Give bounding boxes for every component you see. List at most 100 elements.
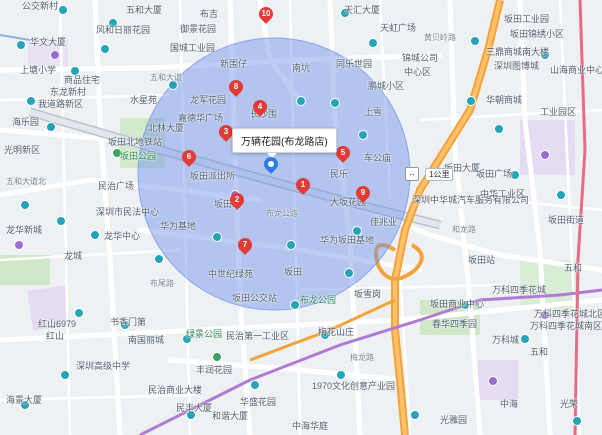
poi-icon[interactable] <box>556 190 566 200</box>
poi-icon[interactable] <box>572 416 582 426</box>
place-label: 坂田锦绣小区 <box>510 29 565 39</box>
poi-icon[interactable] <box>470 36 480 46</box>
place-label: 佳兆业 <box>370 217 398 227</box>
result-marker[interactable]: 6 <box>179 147 199 169</box>
poi-icon[interactable] <box>50 50 60 60</box>
place-label: 丰润花园 <box>196 365 233 375</box>
place-label: 华为坂田基地 <box>320 235 375 245</box>
poi-icon[interactable] <box>58 5 68 15</box>
place-label: 万科城 <box>492 335 520 345</box>
poi-icon[interactable] <box>20 200 30 210</box>
place-label: 坂田 <box>284 267 303 277</box>
poi-icon[interactable] <box>466 96 476 106</box>
place-label: 民治广场 <box>98 181 135 191</box>
place-label: 坂田商业中心 <box>430 299 485 309</box>
poi-icon[interactable] <box>296 96 306 106</box>
place-label: 光雅园 <box>440 415 468 425</box>
place-label: 坂田街道 <box>548 215 585 225</box>
place-label: 车公庙 <box>364 153 392 163</box>
place-label: 商品住宅 <box>64 75 101 85</box>
place-label: 坂田北地铁站 <box>108 137 163 147</box>
result-marker[interactable]: 3 <box>216 122 236 144</box>
place-label: 光荣 <box>560 399 579 409</box>
place-label: 五和 <box>564 263 583 273</box>
poi-icon[interactable] <box>286 240 296 250</box>
place-label: 山海商业中心 <box>550 65 602 75</box>
result-marker[interactable]: 2 <box>227 190 247 212</box>
poi-icon[interactable] <box>330 98 340 108</box>
poi-icon[interactable] <box>212 352 222 362</box>
road-label: 和龙路 <box>452 225 476 234</box>
poi-icon[interactable] <box>250 380 260 390</box>
result-marker[interactable]: 5 <box>333 143 353 165</box>
place-label: 民治第一工业区 <box>226 331 290 341</box>
place-label: 南坑 <box>292 63 311 73</box>
place-label: 光明新区 <box>4 145 41 155</box>
result-marker[interactable]: 4 <box>250 97 270 119</box>
place-label: 万科四季花城 <box>492 285 547 295</box>
place-label: 民治商业大楼 <box>148 385 203 395</box>
poi-icon[interactable] <box>46 122 56 132</box>
poi-icon[interactable] <box>26 96 36 106</box>
result-marker[interactable]: 1 <box>293 175 313 197</box>
poi-icon[interactable] <box>212 232 222 242</box>
poi-icon[interactable] <box>344 268 354 278</box>
place-label: 上塘小学 <box>20 65 57 75</box>
road-label: 五和大道 <box>150 73 182 82</box>
place-label: 东龙新村 <box>50 87 87 97</box>
place-label: 三鼎商城南大楼 <box>486 47 550 57</box>
radius-value: 1公里 <box>425 167 454 181</box>
place-label: 五和 <box>530 347 549 357</box>
poi-icon[interactable] <box>14 240 24 250</box>
place-label: 中心区 <box>404 67 432 77</box>
poi-icon[interactable] <box>100 44 110 54</box>
poi-icon[interactable] <box>410 410 420 420</box>
poi-icon[interactable] <box>488 376 498 386</box>
park-label: 绿景公园 <box>186 329 223 339</box>
result-marker[interactable]: 8 <box>226 77 246 99</box>
result-marker[interactable]: 7 <box>235 235 255 257</box>
poi-icon[interactable] <box>60 370 70 380</box>
poi-icon[interactable] <box>16 40 26 50</box>
place-label: 布吉 <box>200 9 219 19</box>
place-label: 春华四季园 <box>432 319 478 329</box>
place-label: 风和日丽花园 <box>96 25 151 35</box>
place-label: 嘉德华广场 <box>178 113 224 123</box>
place-label: 万科四季花城南区 <box>530 321 602 331</box>
result-marker[interactable]: 9 <box>353 183 373 205</box>
poi-icon[interactable] <box>336 370 346 380</box>
place-label: 锦城公司 <box>402 53 439 63</box>
poi-icon[interactable] <box>290 300 300 310</box>
poi-icon[interactable] <box>494 124 504 134</box>
poi-icon[interactable] <box>90 230 100 240</box>
poi-icon[interactable] <box>368 38 378 48</box>
place-label: 坂雪岗 <box>354 289 382 299</box>
place-label: 华文大厦 <box>30 37 67 47</box>
place-label: 和谐大厦 <box>212 411 249 421</box>
place-label: 天虹广场 <box>380 23 417 33</box>
place-label: 鹏城小区 <box>368 81 405 91</box>
poi-icon[interactable] <box>74 308 84 318</box>
poi-icon[interactable] <box>56 216 66 226</box>
result-marker[interactable]: 10 <box>256 4 276 26</box>
road-label: 布尾路 <box>150 279 174 288</box>
center-info-callout[interactable]: 万辆花园(布龙路店) <box>232 128 337 158</box>
poi-icon[interactable] <box>358 130 368 140</box>
place-label: 梅花山庄 <box>318 327 355 337</box>
road-label: 梅龙路 <box>350 353 374 362</box>
place-label: 同乐世园 <box>336 59 373 69</box>
place-label: 五和大厦 <box>126 5 163 15</box>
place-label: 国城工业园 <box>170 43 216 53</box>
arrows-left-right-icon[interactable]: ↔ <box>405 167 419 181</box>
poi-icon[interactable] <box>540 150 550 160</box>
radius-control[interactable]: ↔ 1公里 <box>405 167 454 181</box>
place-label: 坂田工业园 <box>504 14 550 24</box>
poi-icon[interactable] <box>154 254 164 264</box>
place-label: 华为基地 <box>160 221 197 231</box>
road-label: 布龙公路 <box>266 209 298 218</box>
place-label: 深圳图博城 <box>494 61 540 71</box>
poi-icon[interactable] <box>520 334 530 344</box>
place-label: 工业园区 <box>540 107 577 117</box>
center-location-icon[interactable] <box>261 154 281 175</box>
map-canvas[interactable]: 公交新村 风和日丽花园 五和大厦 御景花园 华文大厦 国城工业园 天汇大厦 天虹… <box>0 0 602 435</box>
